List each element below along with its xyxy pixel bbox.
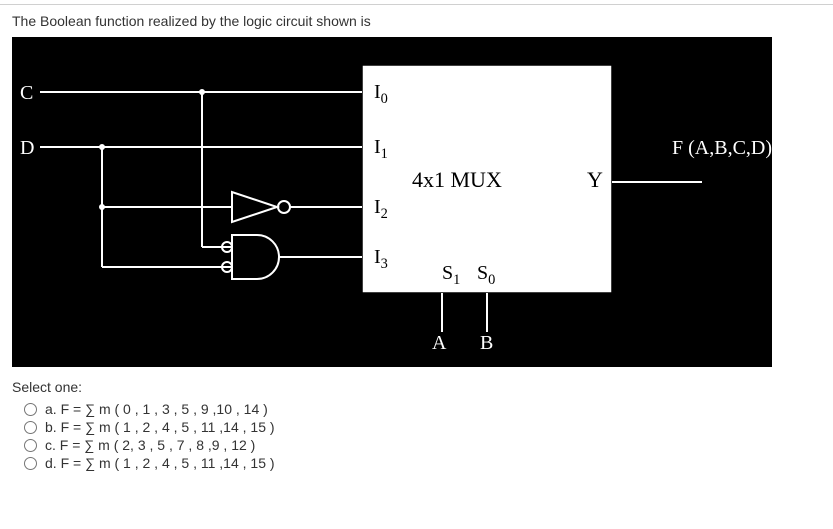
option-d-label: d. F = ∑ m ( 1 , 2 , 4 , 5 , 11 ,14 , 15…	[45, 455, 275, 471]
label-sel-b: B	[480, 332, 493, 355]
label-input-c: C	[20, 82, 33, 105]
label-s0: S0	[477, 262, 495, 289]
option-a-label: a. F = ∑ m ( 0 , 1 , 3 , 5 , 9 ,10 , 14 …	[45, 401, 268, 417]
label-input-d: D	[20, 137, 34, 160]
answers-title: Select one:	[12, 379, 821, 395]
radio-b[interactable]	[24, 421, 37, 434]
radio-a[interactable]	[24, 403, 37, 416]
label-i2: I2	[374, 196, 388, 223]
label-s1: S1	[442, 262, 460, 289]
option-d[interactable]: d. F = ∑ m ( 1 , 2 , 4 , 5 , 11 ,14 , 15…	[24, 455, 821, 471]
radio-c[interactable]	[24, 439, 37, 452]
option-a[interactable]: a. F = ∑ m ( 0 , 1 , 3 , 5 , 9 ,10 , 14 …	[24, 401, 821, 417]
label-mux-name: 4x1 MUX	[412, 167, 502, 193]
circuit-svg	[12, 37, 772, 367]
option-c[interactable]: c. F = ∑ m ( 2, 3 , 5 , 7 , 8 ,9 , 12 )	[24, 437, 821, 453]
option-c-label: c. F = ∑ m ( 2, 3 , 5 , 7 , 8 ,9 , 12 )	[45, 437, 255, 453]
top-divider	[0, 4, 833, 5]
label-sel-a: A	[432, 332, 446, 355]
label-mux-y: Y	[587, 167, 603, 193]
question-text: The Boolean function realized by the log…	[0, 13, 833, 37]
label-output: F (A,B,C,D)	[672, 137, 772, 160]
radio-d[interactable]	[24, 457, 37, 470]
answers-block: Select one: a. F = ∑ m ( 0 , 1 , 3 , 5 ,…	[0, 379, 833, 471]
option-b-label: b. F = ∑ m ( 1 , 2 , 4 , 5 , 11 ,14 , 15…	[45, 419, 275, 435]
label-i3: I3	[374, 246, 388, 273]
label-i1: I1	[374, 136, 388, 163]
label-i0: I0	[374, 81, 388, 108]
logic-diagram: C D I0 I1 I2 I3 4x1 MUX Y S1 S0 A B F (A…	[12, 37, 772, 367]
option-b[interactable]: b. F = ∑ m ( 1 , 2 , 4 , 5 , 11 ,14 , 15…	[24, 419, 821, 435]
